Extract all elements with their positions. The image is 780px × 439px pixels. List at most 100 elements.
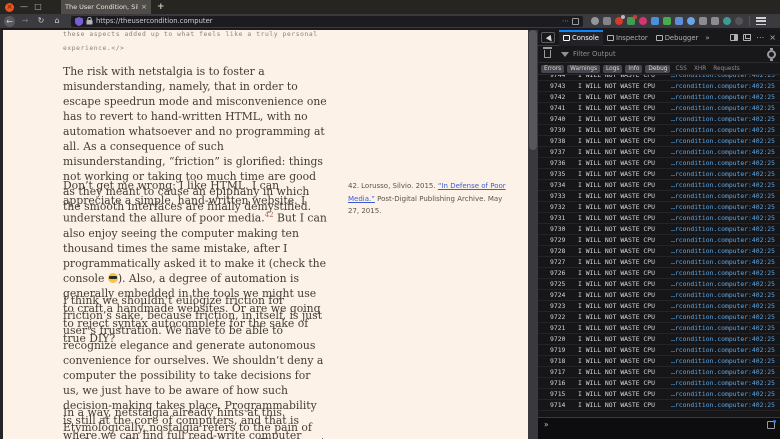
console-source-link[interactable]: …rcondition.computer:402:25 (671, 214, 775, 222)
gray-box-extension-icon-2[interactable] (711, 17, 719, 25)
teal-circle-extension-icon[interactable] (723, 17, 731, 25)
console-settings-gear-icon[interactable] (767, 50, 776, 59)
pick-element-icon[interactable] (541, 32, 555, 43)
filter-button-warnings[interactable]: Warnings (567, 65, 600, 73)
console-source-link[interactable]: …rcondition.computer:402:25 (671, 313, 775, 321)
console-source-link[interactable]: …rcondition.computer:402:25 (671, 346, 775, 354)
console-source-link[interactable]: …rcondition.computer:402:25 (671, 280, 775, 288)
footnote-reference-link[interactable]: 42 (265, 211, 274, 219)
clear-console-icon[interactable] (544, 50, 551, 58)
console-source-link[interactable]: …rcondition.computer:402:25 (671, 148, 775, 156)
wrench-extension-icon[interactable] (687, 17, 695, 25)
filter-button-info[interactable]: Info (625, 65, 642, 73)
tab-title: The User Condition, Silvio L (65, 3, 138, 11)
console-source-link[interactable]: …rcondition.computer:402:25 (671, 115, 775, 123)
console-source-link[interactable]: …rcondition.computer:402:25 (671, 126, 775, 134)
window-maximize-button[interactable]: □ (34, 3, 42, 11)
console-log-row: 9726I WILL NOT WASTE CPU…rcondition.comp… (538, 268, 780, 279)
blue-doc-extension-icon[interactable] (651, 17, 659, 25)
console-repeat-count: 9722 (550, 313, 570, 321)
url-bar[interactable]: https://theusercondition.computer ⋯ (71, 16, 583, 27)
gear-extension-icon[interactable] (591, 17, 599, 25)
url-text[interactable]: https://theusercondition.computer (96, 17, 559, 25)
page-scrollbar-thumb[interactable] (529, 30, 537, 150)
multiline-editor-toggle-icon[interactable] (767, 421, 775, 429)
devtools-tab-console[interactable]: Console (559, 30, 603, 46)
page-scrollbar[interactable] (528, 30, 538, 439)
console-repeat-count: 9743 (550, 82, 570, 90)
package-extension-icon[interactable] (603, 17, 611, 25)
console-tab-icon (563, 35, 570, 41)
pink-extension-icon[interactable] (639, 17, 647, 25)
console-source-link[interactable]: …rcondition.computer:402:25 (671, 82, 775, 90)
filter-category-requests[interactable]: Requests (711, 66, 742, 72)
console-repeat-count: 9744 (550, 75, 570, 79)
browser-tab[interactable]: The User Condition, Silvio L × (61, 0, 151, 14)
console-source-link[interactable]: …rcondition.computer:402:25 (671, 137, 775, 145)
console-source-link[interactable]: …rcondition.computer:402:25 (671, 170, 775, 178)
console-source-link[interactable]: …rcondition.computer:402:25 (671, 75, 775, 79)
console-source-link[interactable]: …rcondition.computer:402:25 (671, 324, 775, 332)
devtools-menu-icon[interactable]: ⋯ (756, 33, 764, 42)
console-source-link[interactable]: …rcondition.computer:402:25 (671, 247, 775, 255)
more-tools-chevron-icon[interactable]: » (702, 34, 712, 42)
console-source-link[interactable]: …rcondition.computer:402:25 (671, 181, 775, 189)
console-source-link[interactable]: …rcondition.computer:402:25 (671, 269, 775, 277)
reload-button[interactable]: ↻ (35, 15, 47, 27)
filter-category-css[interactable]: CSS (673, 66, 688, 72)
console-message: I WILL NOT WASTE CPU (578, 203, 655, 211)
home-button[interactable]: ⌂ (51, 15, 63, 27)
blue-person-extension-icon[interactable] (675, 17, 683, 25)
window-minimize-button[interactable]: — (20, 3, 28, 11)
console-source-link[interactable]: …rcondition.computer:402:25 (671, 401, 775, 409)
dock-options-icon[interactable] (743, 34, 751, 41)
lock-icon[interactable] (86, 17, 93, 25)
filter-button-logs[interactable]: Logs (603, 65, 622, 73)
bookmark-icon[interactable] (572, 18, 579, 25)
console-source-link[interactable]: …rcondition.computer:402:25 (671, 236, 775, 244)
console-source-link[interactable]: …rcondition.computer:402:25 (671, 104, 775, 112)
back-button[interactable]: ← (4, 16, 15, 27)
console-source-link[interactable]: …rcondition.computer:402:25 (671, 335, 775, 343)
console-source-link[interactable]: …rcondition.computer:402:25 (671, 357, 775, 365)
menu-icon[interactable] (756, 17, 766, 25)
devtools-tab-inspector[interactable]: Inspector (603, 30, 652, 46)
console-message: I WILL NOT WASTE CPU (578, 302, 655, 310)
window-close-button[interactable]: × (5, 3, 14, 12)
forward-button[interactable]: → (19, 15, 31, 27)
page-actions-icon[interactable]: ⋯ (562, 17, 569, 25)
dark-circle-extension-icon[interactable] (735, 17, 743, 25)
console-source-link[interactable]: …rcondition.computer:402:25 (671, 291, 775, 299)
console-source-link[interactable]: …rcondition.computer:402:25 (671, 368, 775, 376)
console-message: I WILL NOT WASTE CPU (578, 357, 655, 365)
console-input-prompt[interactable]: » (544, 420, 549, 429)
green-shield-extension-icon[interactable] (627, 17, 635, 25)
console-source-link[interactable]: …rcondition.computer:402:25 (671, 203, 775, 211)
footnote-number: 42. (348, 182, 359, 190)
tab-close-icon[interactable]: × (141, 3, 147, 11)
console-source-link[interactable]: …rcondition.computer:402:25 (671, 225, 775, 233)
console-source-link[interactable]: …rcondition.computer:402:25 (671, 159, 775, 167)
devtools-tab-debugger[interactable]: Debugger (652, 30, 703, 46)
new-tab-button[interactable]: + (157, 2, 165, 12)
devtools-close-icon[interactable]: × (769, 33, 776, 42)
tracking-protection-shield-icon[interactable] (75, 17, 83, 26)
console-source-link[interactable]: …rcondition.computer:402:25 (671, 192, 775, 200)
console-list[interactable]: 9744 I WILL NOT WASTE CPU …rcondition.comp… (538, 75, 780, 417)
filter-button-debug[interactable]: Debug (645, 65, 670, 73)
debugger-tab-icon (656, 35, 663, 41)
responsive-design-mode-icon[interactable] (730, 34, 738, 41)
gray-box-extension-icon-1[interactable] (699, 17, 707, 25)
console-source-link[interactable]: …rcondition.computer:402:25 (671, 390, 775, 398)
filter-output-input[interactable]: Filter Output (573, 50, 763, 58)
console-source-link[interactable]: …rcondition.computer:402:25 (671, 379, 775, 387)
green-square-extension-icon[interactable] (663, 17, 671, 25)
console-repeat-count: 9721 (550, 324, 570, 332)
console-source-link[interactable]: …rcondition.computer:402:25 (671, 93, 775, 101)
console-input-area[interactable]: » (538, 417, 780, 439)
filter-button-errors[interactable]: Errors (541, 65, 564, 73)
red-badge-extension-icon[interactable] (615, 17, 623, 25)
filter-category-xhr[interactable]: XHR (692, 66, 708, 72)
console-source-link[interactable]: …rcondition.computer:402:25 (671, 302, 775, 310)
console-source-link[interactable]: …rcondition.computer:402:25 (671, 258, 775, 266)
